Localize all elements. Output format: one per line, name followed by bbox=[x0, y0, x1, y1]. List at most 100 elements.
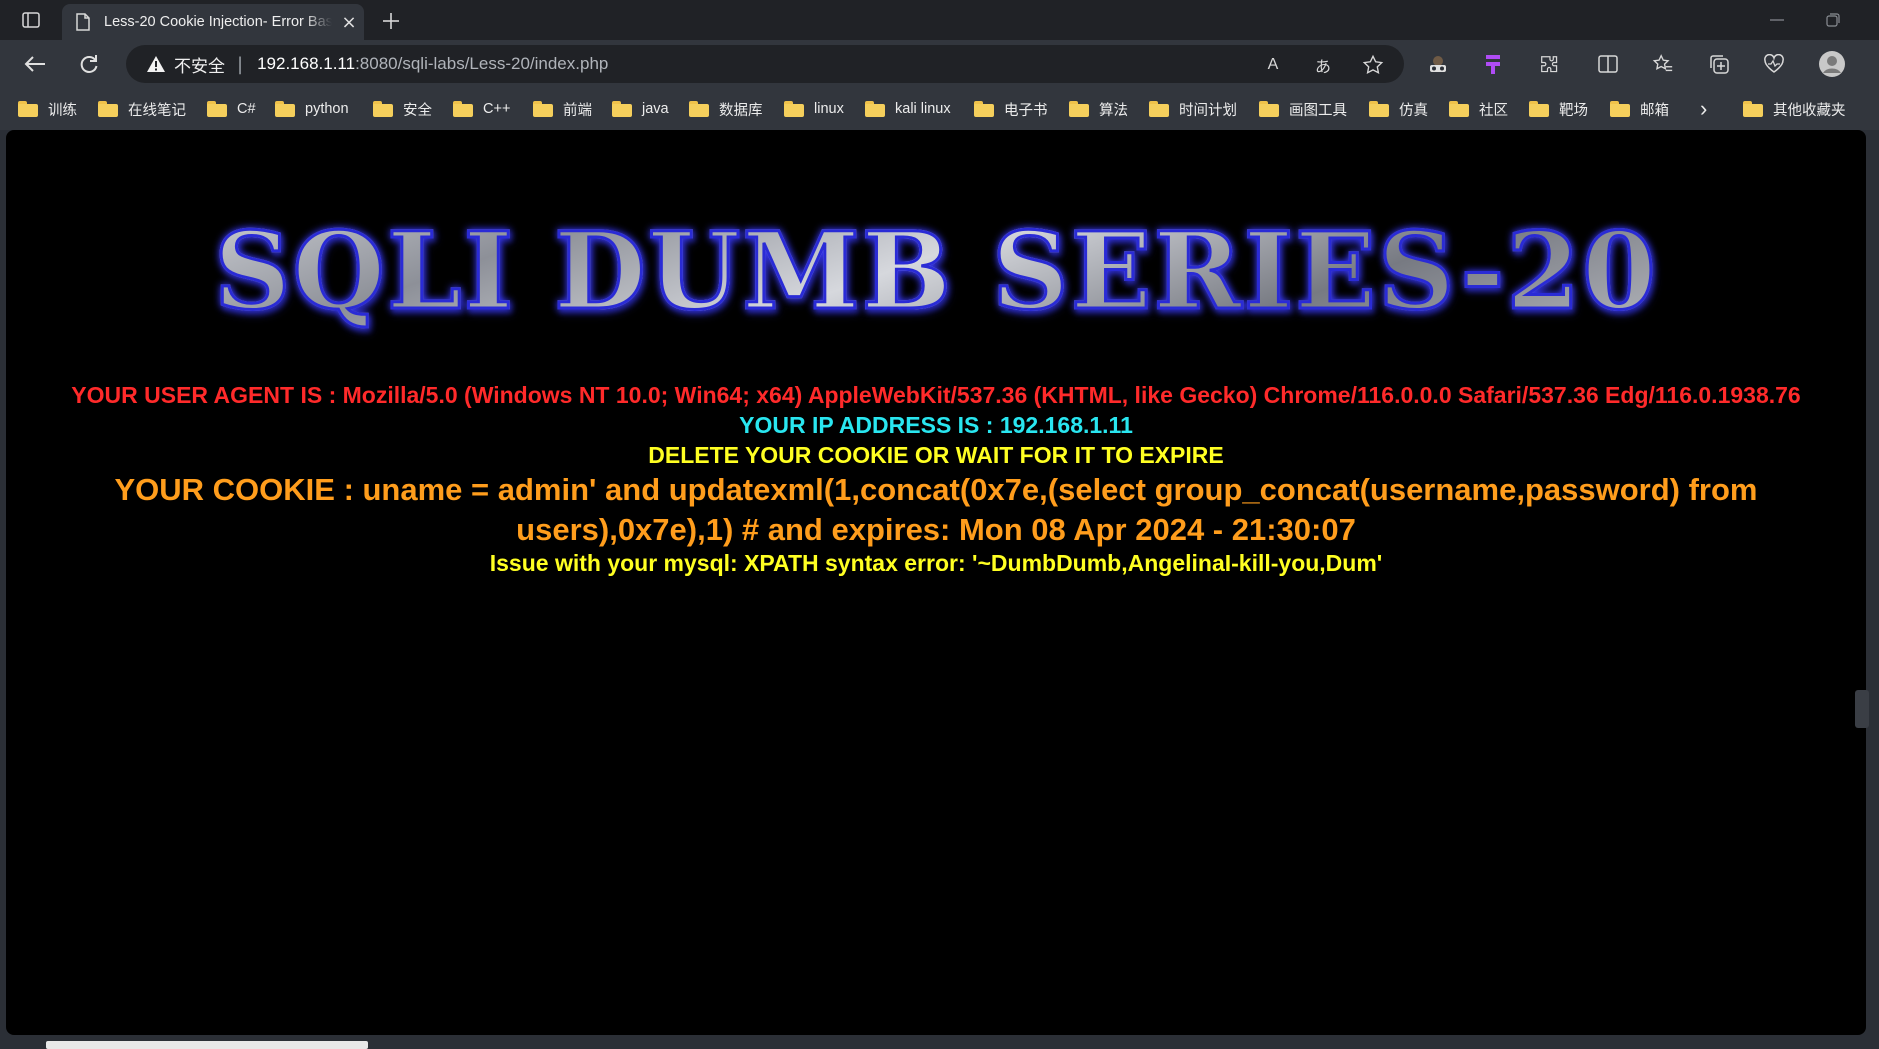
bookmark-label: 训练 bbox=[48, 102, 77, 119]
tab-actions-icon[interactable] bbox=[14, 8, 48, 32]
warning-icon[interactable] bbox=[146, 54, 166, 74]
favorites-icon[interactable] bbox=[1646, 48, 1680, 80]
bookmark-folder[interactable]: 靶场 bbox=[1529, 98, 1588, 120]
translate-icon[interactable]: あ bbox=[1312, 54, 1334, 76]
folder-icon bbox=[533, 101, 553, 117]
folder-icon bbox=[207, 101, 227, 117]
folder-icon bbox=[865, 101, 885, 117]
page-banner: SQLI DUMB SERIES-20 bbox=[6, 207, 1866, 335]
bookmark-label: kali linux bbox=[895, 101, 951, 117]
back-icon[interactable] bbox=[18, 48, 52, 80]
delete-cookie-notice: DELETE YOUR COOKIE OR WAIT FOR IT TO EXP… bbox=[648, 442, 1224, 468]
bookmark-label: 仿真 bbox=[1399, 102, 1428, 119]
close-icon[interactable]: × bbox=[338, 11, 360, 33]
folder-icon bbox=[1069, 101, 1089, 117]
page-icon bbox=[76, 13, 92, 31]
bookmarks-bar: 训练 在线笔记 C# python 安全 C++ 前端 java 数据库 lin… bbox=[0, 88, 1879, 130]
bookmark-folder[interactable]: 社区 bbox=[1449, 98, 1508, 120]
folder-icon bbox=[1743, 101, 1763, 117]
folder-icon bbox=[18, 101, 38, 117]
bookmark-label: 邮箱 bbox=[1640, 102, 1669, 119]
folder-icon bbox=[1149, 101, 1169, 117]
folder-icon bbox=[373, 101, 393, 117]
chevron-right-icon: › bbox=[1700, 96, 1708, 121]
bookmark-folder[interactable]: 电子书 bbox=[974, 98, 1048, 120]
bookmark-label: 画图工具 bbox=[1289, 102, 1347, 119]
folder-icon bbox=[453, 101, 473, 117]
ip-address-text: YOUR IP ADDRESS IS : 192.168.1.11 bbox=[739, 412, 1133, 438]
profile-avatar-icon[interactable] bbox=[1815, 48, 1849, 80]
bookmark-label: java bbox=[642, 101, 669, 117]
bookmark-label: 电子书 bbox=[1004, 102, 1048, 119]
folder-icon bbox=[98, 101, 118, 117]
cookie-text: YOUR COOKIE : uname = admin' and updatex… bbox=[114, 472, 1758, 547]
bookmark-label: 在线笔记 bbox=[128, 102, 186, 119]
bookmark-folder[interactable]: linux bbox=[784, 98, 844, 120]
active-tab[interactable]: Less-20 Cookie Injection- Error Based- c… bbox=[62, 4, 364, 40]
bookmark-folder[interactable]: C++ bbox=[453, 98, 510, 120]
bookmark-label: C# bbox=[237, 101, 256, 117]
tab-strip: Less-20 Cookie Injection- Error Based- c… bbox=[0, 0, 1879, 40]
bookmark-folder[interactable]: kali linux bbox=[865, 98, 951, 120]
user-agent-text: YOUR USER AGENT IS : Mozilla/5.0 (Window… bbox=[71, 382, 1801, 408]
bookmark-folder[interactable]: 训练 bbox=[18, 98, 77, 120]
restore-icon[interactable] bbox=[1818, 10, 1848, 30]
bookmark-folder[interactable]: java bbox=[612, 98, 669, 120]
bookmark-folder[interactable]: 邮箱 bbox=[1610, 98, 1669, 120]
bookmark-label: 算法 bbox=[1099, 102, 1128, 119]
favorite-star-icon[interactable] bbox=[1362, 54, 1384, 76]
bookmark-folder[interactable]: 安全 bbox=[373, 98, 432, 120]
mysql-error-text: Issue with your mysql: XPATH syntax erro… bbox=[489, 550, 1383, 576]
bookmark-label: 社区 bbox=[1479, 102, 1508, 119]
read-aloud-icon[interactable]: A bbox=[1262, 54, 1284, 76]
bookmark-folder[interactable]: 在线笔记 bbox=[98, 98, 186, 120]
other-bookmarks-label: 其他收藏夹 bbox=[1773, 102, 1846, 119]
tab-title: Less-20 Cookie Injection- Error Based- c… bbox=[104, 14, 332, 30]
horizontal-scrollbar[interactable] bbox=[46, 1041, 368, 1049]
other-bookmarks-folder[interactable]: 其他收藏夹 bbox=[1743, 98, 1846, 120]
bookmark-label: linux bbox=[814, 101, 844, 117]
bookmark-folder[interactable]: C# bbox=[207, 98, 256, 120]
bookmark-folder[interactable]: 前端 bbox=[533, 98, 592, 120]
split-screen-icon[interactable] bbox=[1591, 48, 1625, 80]
collections-icon[interactable] bbox=[1702, 48, 1736, 80]
folder-icon bbox=[1529, 101, 1549, 117]
bookmark-folder[interactable]: 数据库 bbox=[689, 98, 763, 120]
refresh-icon[interactable] bbox=[72, 48, 106, 80]
folder-icon bbox=[275, 101, 295, 117]
bookmarks-more-button[interactable]: › bbox=[1700, 96, 1708, 121]
folder-icon bbox=[689, 101, 709, 117]
new-tab-icon[interactable] bbox=[378, 8, 404, 34]
minimize-icon[interactable] bbox=[1762, 10, 1792, 30]
url-path[interactable]: :8080/sqli-labs/Less-20/index.php bbox=[355, 54, 608, 74]
bookmark-folder[interactable]: 时间计划 bbox=[1149, 98, 1237, 120]
performance-icon[interactable] bbox=[1757, 48, 1791, 80]
folder-icon bbox=[1449, 101, 1469, 117]
address-bar[interactable]: 不安全 | 192.168.1.11 :8080/sqli-labs/Less-… bbox=[126, 45, 1404, 83]
bookmark-folder[interactable]: 画图工具 bbox=[1259, 98, 1347, 120]
bookmark-label: python bbox=[305, 101, 349, 117]
folder-icon bbox=[1259, 101, 1279, 117]
bookmark-label: 安全 bbox=[403, 102, 432, 119]
purple-extension-icon[interactable] bbox=[1476, 48, 1510, 80]
security-status[interactable]: 不安全 bbox=[174, 52, 225, 77]
folder-icon bbox=[974, 101, 994, 117]
bookmark-label: 靶场 bbox=[1559, 102, 1588, 119]
address-separator: | bbox=[237, 53, 244, 75]
folder-icon bbox=[784, 101, 804, 117]
bookmark-label: 数据库 bbox=[719, 102, 763, 119]
bookmark-label: C++ bbox=[483, 101, 511, 117]
url-host[interactable]: 192.168.1.11 bbox=[257, 54, 355, 74]
extensions-puzzle-icon[interactable] bbox=[1532, 48, 1566, 80]
bookmark-label: 前端 bbox=[563, 102, 592, 119]
bookmark-label: 时间计划 bbox=[1179, 102, 1237, 119]
folder-icon bbox=[1369, 101, 1389, 117]
folder-icon bbox=[612, 101, 632, 117]
bookmark-folder[interactable]: 算法 bbox=[1069, 98, 1128, 120]
bookmark-folder[interactable]: 仿真 bbox=[1369, 98, 1428, 120]
bookmark-folder[interactable]: python bbox=[275, 98, 349, 120]
folder-icon bbox=[1610, 101, 1630, 117]
toolbar: 不安全 | 192.168.1.11 :8080/sqli-labs/Less-… bbox=[0, 40, 1879, 88]
sidebar-handle[interactable] bbox=[1855, 690, 1869, 728]
extension-icon[interactable] bbox=[1421, 48, 1455, 80]
